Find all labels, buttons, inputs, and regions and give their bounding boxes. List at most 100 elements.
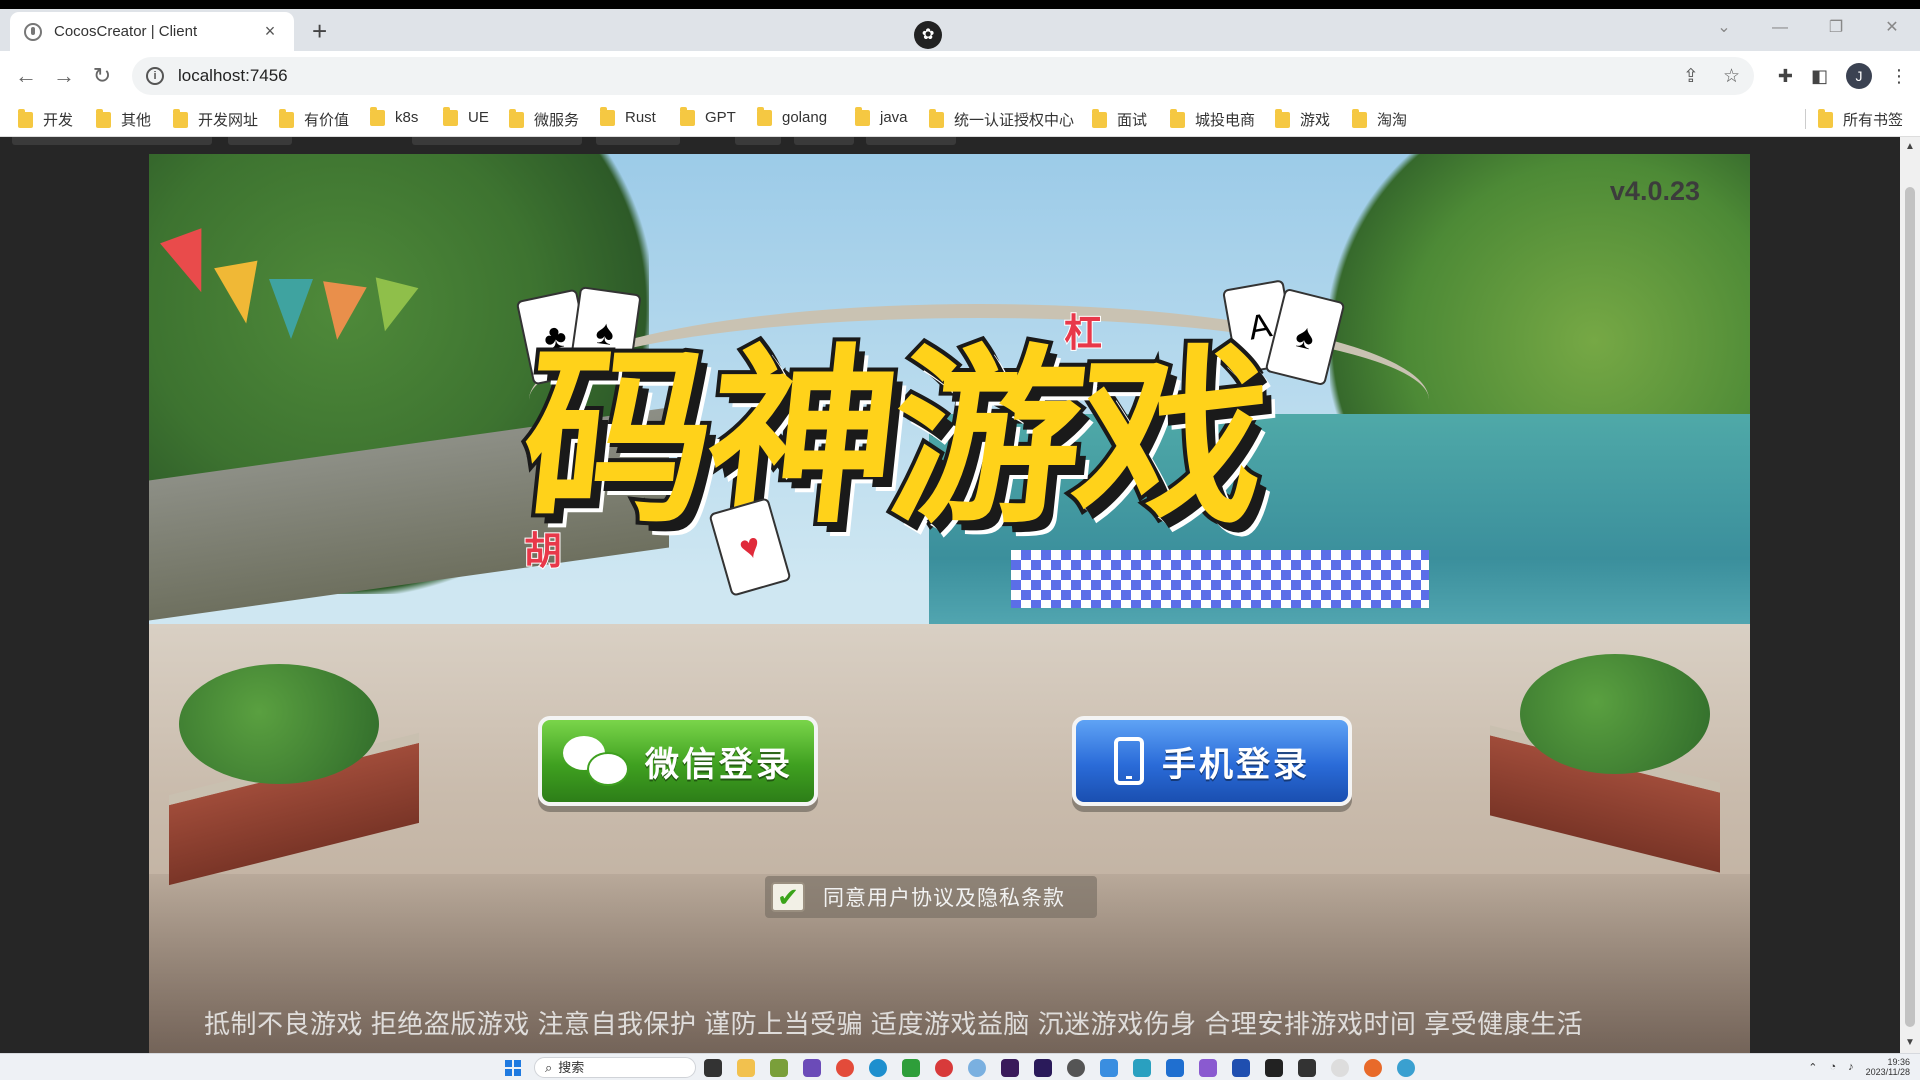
bookmark-folder[interactable]: 有价值	[279, 108, 349, 130]
app-icon[interactable]	[968, 1059, 986, 1077]
chrome-icon[interactable]	[836, 1059, 854, 1077]
new-tab-button[interactable]: +	[312, 18, 327, 44]
premiere-icon[interactable]	[1001, 1059, 1019, 1077]
app-icon[interactable]	[935, 1059, 953, 1077]
phone-login-label: 手机登录	[1162, 745, 1310, 784]
tab-search-button[interactable]: ⌄	[1696, 9, 1752, 51]
bookmark-folder[interactable]: golang	[757, 106, 827, 126]
file-explorer-icon[interactable]	[737, 1059, 755, 1077]
page-scrollbar[interactable]: ▲ ▼	[1900, 137, 1920, 1053]
editor-toolbar-remnant	[866, 137, 956, 145]
bookmark-folder[interactable]: 淘淘	[1352, 108, 1407, 130]
bookmark-folder[interactable]: 面试	[1092, 108, 1147, 130]
app-icon[interactable]	[1397, 1059, 1415, 1077]
scroll-up-arrow-icon[interactable]: ▲	[1900, 137, 1920, 157]
bookmark-folder[interactable]: Rust	[600, 106, 656, 126]
visual-studio-icon[interactable]	[1199, 1059, 1217, 1077]
bookmarks-divider	[1805, 109, 1806, 129]
restore-button[interactable]: ❐	[1808, 9, 1864, 51]
version-label: v4.0.23	[1609, 176, 1700, 206]
folder-icon	[1818, 108, 1833, 128]
tray-network-icon[interactable]: ◔	[1829, 1061, 1836, 1073]
clock-time: 19:36	[1887, 1057, 1910, 1067]
app-icon[interactable]	[803, 1059, 821, 1077]
bookmark-folder[interactable]: 开发网址	[173, 108, 258, 130]
bookmark-folder[interactable]: UE	[443, 106, 489, 126]
site-info-icon[interactable]: i	[146, 67, 164, 85]
bookmark-folder[interactable]: java	[855, 106, 908, 126]
editor-toolbar-remnant	[12, 137, 212, 145]
app-icon[interactable]	[1067, 1059, 1085, 1077]
vscode-icon[interactable]	[1166, 1059, 1184, 1077]
wechat-login-button[interactable]: 微信登录	[538, 716, 818, 806]
bookmark-folder[interactable]: 统一认证授权中心	[929, 108, 1074, 130]
bookmark-folder[interactable]: 微服务	[509, 108, 579, 130]
scrollbar-thumb[interactable]	[1905, 187, 1915, 1027]
system-clock[interactable]: 19:36 2023/11/28	[1866, 1057, 1910, 1077]
task-view-icon[interactable]	[704, 1059, 722, 1077]
extensions-puzzle-icon[interactable]: ✚	[1778, 66, 1793, 87]
bookmark-folder[interactable]: k8s	[370, 106, 418, 126]
phone-icon	[1114, 737, 1144, 785]
app-icon[interactable]	[1133, 1059, 1151, 1077]
browser-tab[interactable]: CocosCreator | Client ×	[10, 12, 294, 51]
terminal-icon[interactable]	[1298, 1059, 1316, 1077]
bookmark-folder[interactable]: GPT	[680, 106, 736, 126]
after-effects-icon[interactable]	[1034, 1059, 1052, 1077]
phone-login-button[interactable]: 手机登录	[1072, 716, 1352, 806]
app-icon[interactable]	[770, 1059, 788, 1077]
game-logo: ♣ ♠ A ♠ 码神游戏 杠 胡 ♥	[504, 279, 1404, 597]
minimize-button[interactable]: —	[1752, 9, 1808, 51]
editor-toolbar-remnant	[412, 137, 582, 145]
app-icon[interactable]	[1331, 1059, 1349, 1077]
extension-badge-icon: ✿	[914, 21, 942, 49]
right-flower-bush	[1520, 654, 1710, 774]
logo-tag-gang: 杠	[1063, 312, 1103, 356]
taskbar-search[interactable]: ⌕ 搜索	[534, 1057, 696, 1078]
all-bookmarks-folder[interactable]: 所有书签	[1818, 108, 1903, 130]
tray-volume-icon[interactable]: ♪	[1848, 1061, 1854, 1073]
agreement-text[interactable]: 同意用户协议及隐私条款	[823, 882, 1065, 912]
forward-arrow-icon[interactable]: →	[50, 62, 78, 90]
close-window-button[interactable]: ✕	[1864, 9, 1920, 51]
bookmark-folder[interactable]: 其他	[96, 108, 151, 130]
windows-start-icon[interactable]	[505, 1060, 521, 1076]
browser-menu-icon[interactable]: ⋮	[1890, 66, 1908, 87]
cocos-favicon-icon	[24, 22, 42, 41]
app-icon[interactable]	[1232, 1059, 1250, 1077]
clock-date: 2023/11/28	[1865, 1067, 1910, 1077]
bookmark-star-icon[interactable]: ☆	[1723, 65, 1740, 88]
logo-tag-hu: 胡	[523, 530, 563, 574]
folder-icon	[1170, 108, 1185, 128]
editor-toolbar-remnant	[735, 137, 781, 145]
agreement-toggle[interactable]: ✔ 同意用户协议及隐私条款	[765, 876, 1097, 918]
app-icon[interactable]	[902, 1059, 920, 1077]
folder-icon	[1275, 108, 1290, 128]
folder-icon	[1092, 108, 1107, 128]
bookmarks-bar: 开发 其他 开发网址 有价值 k8s UE 微服务 Rust GPT golan…	[0, 101, 1920, 137]
agreement-checkbox[interactable]: ✔	[771, 882, 805, 912]
bookmark-folder[interactable]: 开发	[18, 108, 73, 130]
bookmark-folder[interactable]: 城投电商	[1170, 108, 1255, 130]
address-bar[interactable]: i localhost:7456 ⇪ ☆	[132, 57, 1754, 95]
game-canvas[interactable]: v4.0.23 ♣ ♠ A ♠ 码神游戏 杠 胡 ♥ 微信登录 手机登录 ✔ 同…	[149, 154, 1750, 1053]
folder-icon	[855, 106, 870, 126]
back-arrow-icon[interactable]: ←	[12, 62, 40, 90]
tab-close-icon[interactable]: ×	[260, 21, 280, 42]
left-flower-bush	[179, 664, 379, 784]
share-icon[interactable]: ⇪	[1683, 65, 1699, 88]
folder-icon	[1352, 108, 1367, 128]
app-icon[interactable]	[1100, 1059, 1118, 1077]
reload-icon[interactable]: ↻	[88, 62, 116, 90]
firefox-icon[interactable]	[1364, 1059, 1382, 1077]
edge-icon[interactable]	[869, 1059, 887, 1077]
bookmark-folder[interactable]: 游戏	[1275, 108, 1330, 130]
profile-avatar[interactable]: J	[1846, 63, 1872, 89]
os-taskbar: ⌕ 搜索 ⌃ ◔ ♪ 19:36 2023/11/28	[0, 1053, 1920, 1080]
url-text[interactable]: localhost:7456	[178, 66, 288, 86]
tray-chevron-icon[interactable]: ⌃	[1808, 1061, 1817, 1074]
app-icon[interactable]	[1265, 1059, 1283, 1077]
scroll-down-arrow-icon[interactable]: ▼	[1900, 1033, 1920, 1053]
side-panel-icon[interactable]: ◧	[1811, 66, 1828, 87]
wechat-login-label: 微信登录	[645, 745, 793, 784]
